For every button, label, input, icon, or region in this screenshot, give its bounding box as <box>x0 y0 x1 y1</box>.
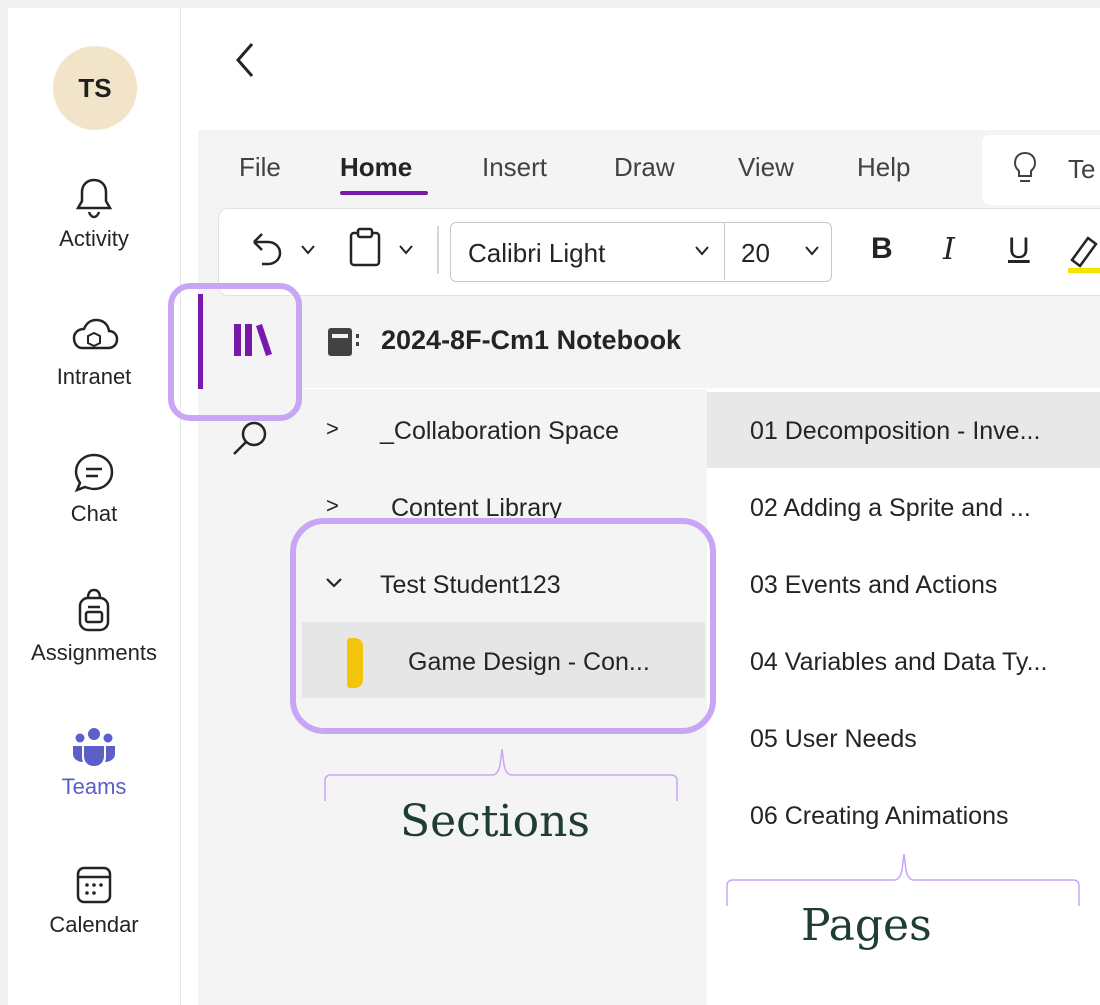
undo-icon[interactable] <box>246 228 288 268</box>
chevron-left-icon <box>236 43 254 77</box>
rail-item-label: Calendar <box>49 912 139 937</box>
back-button[interactable] <box>232 40 256 87</box>
notebook-title[interactable]: 2024-8F-Cm1 Notebook <box>381 325 681 356</box>
chevron-down-icon[interactable] <box>398 244 414 256</box>
clipboard-icon[interactable] <box>348 226 382 268</box>
teams-icon <box>73 728 115 766</box>
avatar[interactable]: TS <box>53 46 137 130</box>
active-tab-indicator <box>340 191 428 195</box>
rail-item-label: Teams <box>61 774 127 799</box>
tab-help[interactable]: Help <box>857 152 910 183</box>
bold-button[interactable]: B <box>871 232 893 266</box>
tab-home[interactable]: Home <box>340 152 412 183</box>
cloud-icon <box>72 318 119 350</box>
rail-item-teams[interactable]: Teams <box>8 726 180 800</box>
tab-file[interactable]: File <box>239 152 281 183</box>
chat-icon <box>74 453 114 493</box>
tab-insert[interactable]: Insert <box>482 152 547 183</box>
toolbar-divider <box>437 226 439 274</box>
rail-item-label: Chat <box>70 501 118 526</box>
highlighter-icon[interactable] <box>1066 230 1100 274</box>
page-item[interactable]: 03 Events and Actions <box>750 571 997 600</box>
chevron-down-icon[interactable] <box>804 245 820 257</box>
sections-label: Sections <box>400 796 590 847</box>
rail-item-label: Assignments <box>31 640 157 665</box>
backpack-icon <box>78 588 110 632</box>
tell-me-text: Te <box>1068 154 1096 184</box>
page-item[interactable]: 06 Creating Animations <box>750 802 1008 831</box>
chevron-down-icon[interactable] <box>300 244 316 256</box>
lightbulb-icon <box>1013 151 1037 182</box>
section-group-collaboration[interactable]: _Collaboration Space <box>380 417 619 446</box>
rail-item-activity[interactable]: Activity <box>8 176 180 252</box>
section-chevron[interactable]: > <box>326 493 339 519</box>
page-item[interactable]: 05 User Needs <box>750 725 917 754</box>
underline-button[interactable]: U <box>1008 232 1030 266</box>
chevron-down-icon[interactable] <box>694 245 710 257</box>
app-rail: TS Activity Intranet Chat Assignments Te… <box>8 8 181 1005</box>
tab-draw[interactable]: Draw <box>614 152 675 183</box>
italic-button[interactable]: I <box>943 232 955 267</box>
rail-item-intranet[interactable]: Intranet <box>8 314 180 390</box>
page-item[interactable]: 02 Adding a Sprite and ... <box>750 494 1031 523</box>
font-divider <box>724 222 725 280</box>
notebook-icon <box>328 328 359 356</box>
tab-view[interactable]: View <box>738 152 794 183</box>
rail-item-calendar[interactable]: Calendar <box>8 864 180 938</box>
font-size: 20 <box>741 238 770 268</box>
font-name: Calibri Light <box>468 238 606 268</box>
rail-item-chat[interactable]: Chat <box>8 451 180 527</box>
notebooks-button-highlight <box>168 283 302 421</box>
search-icon[interactable] <box>230 418 270 458</box>
calendar-icon <box>76 866 112 904</box>
section-highlight <box>290 518 716 734</box>
page-item[interactable]: 04 Variables and Data Ty... <box>750 648 1047 677</box>
bell-icon <box>75 178 113 219</box>
section-chevron[interactable]: > <box>326 416 339 442</box>
pages-label: Pages <box>801 900 932 951</box>
rail-item-label: Intranet <box>56 364 132 389</box>
rail-item-assignments[interactable]: Assignments <box>8 586 180 666</box>
page-item[interactable]: 01 Decomposition - Inve... <box>750 417 1040 446</box>
rail-item-label: Activity <box>59 226 129 251</box>
